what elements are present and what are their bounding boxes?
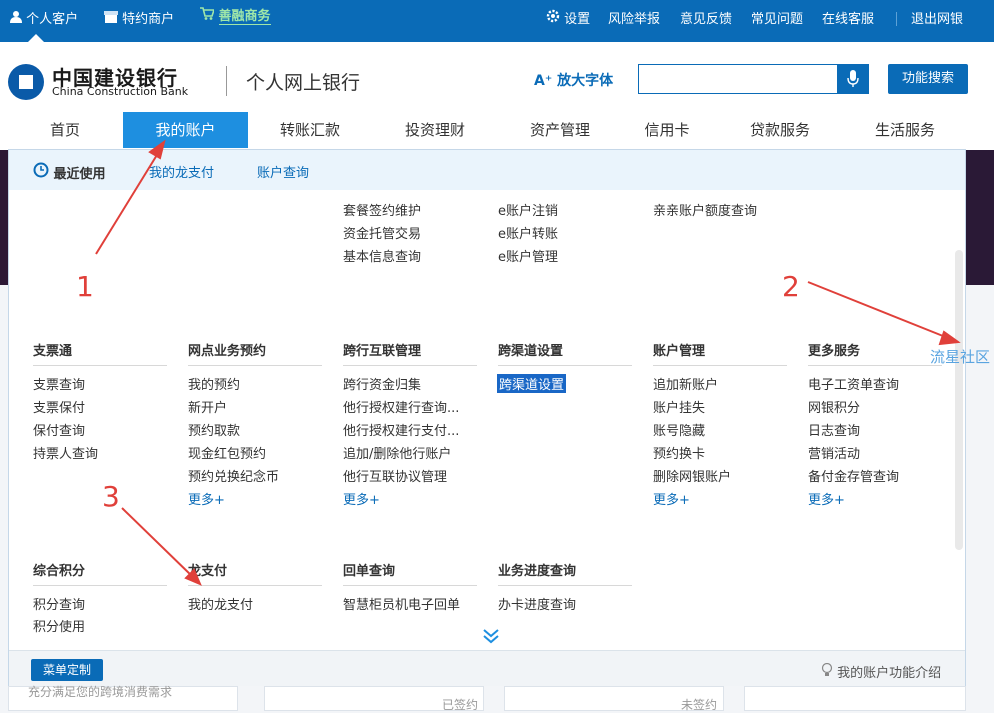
annotation-3: 3 [102, 480, 120, 513]
annotation-overlay [95, 139, 961, 586]
arrow-2 [807, 281, 961, 346]
arrow-1 [95, 139, 166, 255]
annotation-1: 1 [76, 270, 94, 303]
arrow-3 [121, 507, 202, 586]
annotation-2: 2 [782, 270, 800, 303]
